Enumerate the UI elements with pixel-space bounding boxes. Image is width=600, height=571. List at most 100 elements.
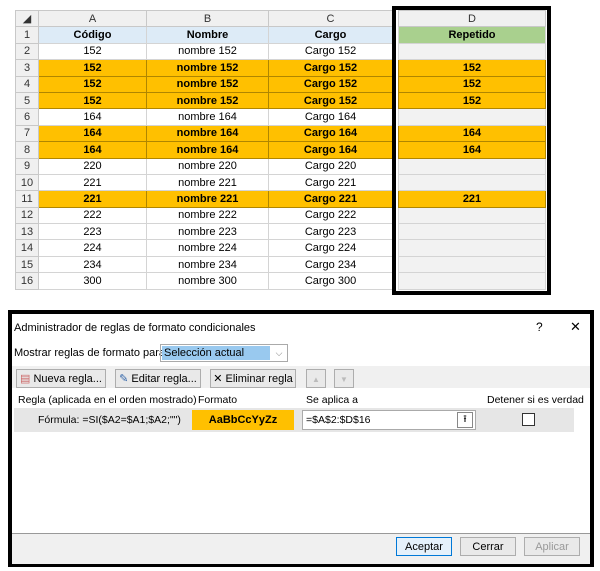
row-header[interactable]: 15 [15, 255, 39, 274]
cell-codigo[interactable]: 221 [38, 173, 147, 192]
apply-button[interactable]: Aplicar [524, 537, 580, 556]
cell-repetido[interactable] [398, 239, 546, 257]
rule-row[interactable]: Fórmula: =SI($A2=$A1;$A2;"") AaBbCcYyZz … [14, 408, 574, 432]
cell-codigo[interactable]: 152 [38, 42, 147, 61]
cell-codigo[interactable]: 152 [38, 91, 147, 110]
cell-cargo[interactable]: Cargo 164 [268, 141, 393, 159]
applies-to-input[interactable]: =$A$2:$D$16 ⭱ [302, 410, 476, 430]
row-header[interactable]: 8 [15, 141, 39, 159]
row-header[interactable]: 13 [15, 223, 39, 241]
cell-header-nombre[interactable]: Nombre [146, 26, 269, 44]
row-header[interactable]: 9 [15, 157, 39, 175]
new-rule-button[interactable]: ▤ Nueva regla... [16, 369, 106, 388]
cell-nombre[interactable]: nombre 152 [146, 91, 269, 110]
cell-nombre[interactable]: nombre 164 [146, 108, 269, 126]
cell-cargo[interactable]: Cargo 300 [268, 272, 393, 290]
cell-header-repetido[interactable]: Repetido [398, 26, 546, 44]
cell-nombre[interactable]: nombre 300 [146, 272, 269, 290]
row-header[interactable]: 3 [15, 59, 39, 77]
cell-cargo[interactable]: Cargo 220 [268, 157, 393, 175]
cell-nombre[interactable]: nombre 221 [146, 190, 269, 208]
cell-nombre[interactable]: nombre 234 [146, 255, 269, 274]
cell-repetido[interactable] [398, 173, 546, 192]
cell-repetido[interactable]: 164 [398, 141, 546, 159]
cell-repetido[interactable] [398, 255, 546, 274]
cell-repetido[interactable]: 164 [398, 124, 546, 143]
cell-cargo[interactable]: Cargo 152 [268, 91, 393, 110]
select-all-corner[interactable]: ◢ [15, 9, 39, 28]
stop-if-true-checkbox[interactable] [522, 413, 535, 426]
cell-repetido[interactable]: 152 [398, 91, 546, 110]
cell-cargo[interactable]: Cargo 234 [268, 255, 393, 274]
row-header[interactable]: 4 [15, 75, 39, 93]
cell-repetido[interactable]: 152 [398, 75, 546, 93]
cell-codigo[interactable]: 234 [38, 255, 147, 274]
column-header-a[interactable]: A [38, 9, 147, 28]
cell-nombre[interactable]: nombre 222 [146, 206, 269, 225]
row-header[interactable]: 2 [15, 42, 39, 61]
row-header[interactable]: 14 [15, 239, 39, 257]
cell-codigo[interactable]: 221 [38, 190, 147, 208]
cell-nombre[interactable]: nombre 152 [146, 75, 269, 93]
cell-nombre[interactable]: nombre 164 [146, 124, 269, 143]
cell-nombre[interactable]: nombre 224 [146, 239, 269, 257]
ok-button[interactable]: Aceptar [396, 537, 452, 556]
cell-nombre[interactable]: nombre 220 [146, 157, 269, 175]
help-button[interactable]: ? [536, 320, 543, 334]
cancel-button[interactable]: Cerrar [460, 537, 516, 556]
cell-nombre[interactable]: nombre 152 [146, 59, 269, 77]
cell-nombre[interactable]: nombre 164 [146, 141, 269, 159]
cell-cargo[interactable]: Cargo 221 [268, 173, 393, 192]
cell-codigo[interactable]: 152 [38, 75, 147, 93]
delete-rule-button[interactable]: ✕ Eliminar regla [210, 369, 296, 388]
row-header[interactable]: 7 [15, 124, 39, 143]
cell-codigo[interactable]: 164 [38, 141, 147, 159]
cell-cargo[interactable]: Cargo 223 [268, 223, 393, 241]
cell-codigo[interactable]: 223 [38, 223, 147, 241]
row-header[interactable]: 11 [15, 190, 39, 208]
cell-header-codigo[interactable]: Código [38, 26, 147, 44]
cell-repetido[interactable]: 152 [398, 59, 546, 77]
cell-cargo[interactable]: Cargo 222 [268, 206, 393, 225]
move-up-button[interactable]: ▲ [306, 369, 326, 388]
collapse-range-icon[interactable]: ⭱ [457, 412, 473, 428]
column-header-d[interactable]: D [398, 9, 546, 28]
cell-repetido[interactable] [398, 272, 546, 290]
cell-codigo[interactable]: 164 [38, 124, 147, 143]
cell-repetido[interactable] [398, 223, 546, 241]
cell-repetido[interactable] [398, 157, 546, 175]
cell-codigo[interactable]: 300 [38, 272, 147, 290]
close-button[interactable]: ✕ [570, 319, 581, 335]
row-header[interactable]: 1 [15, 26, 39, 44]
cell-cargo[interactable]: Cargo 164 [268, 124, 393, 143]
cell-nombre[interactable]: nombre 223 [146, 223, 269, 241]
column-header-c[interactable]: C [268, 9, 393, 28]
cell-repetido[interactable]: 221 [398, 190, 546, 208]
cell-codigo[interactable]: 164 [38, 108, 147, 126]
cell-cargo[interactable]: Cargo 221 [268, 190, 393, 208]
cell-repetido[interactable] [398, 108, 546, 126]
move-down-button[interactable]: ▼ [334, 369, 354, 388]
edit-rule-button[interactable]: ✎ Editar regla... [115, 369, 201, 388]
show-rules-dropdown[interactable]: Selección actual ⌵ [160, 344, 288, 362]
row-header[interactable]: 16 [15, 272, 39, 290]
cell-nombre[interactable]: nombre 152 [146, 42, 269, 61]
cell-header-cargo[interactable]: Cargo [268, 26, 393, 44]
row-header[interactable]: 10 [15, 173, 39, 192]
cell-codigo[interactable]: 220 [38, 157, 147, 175]
cell-codigo[interactable]: 152 [38, 59, 147, 77]
cell-cargo[interactable]: Cargo 152 [268, 59, 393, 77]
row-header[interactable]: 12 [15, 206, 39, 225]
cell-cargo[interactable]: Cargo 224 [268, 239, 393, 257]
row-header[interactable]: 5 [15, 91, 39, 110]
cell-repetido[interactable] [398, 42, 546, 61]
cell-cargo[interactable]: Cargo 164 [268, 108, 393, 126]
cell-cargo[interactable]: Cargo 152 [268, 75, 393, 93]
column-header-b[interactable]: B [146, 9, 269, 28]
row-header[interactable]: 6 [15, 108, 39, 126]
cell-repetido[interactable] [398, 206, 546, 225]
cell-cargo[interactable]: Cargo 152 [268, 42, 393, 61]
cell-nombre[interactable]: nombre 221 [146, 173, 269, 192]
cell-codigo[interactable]: 222 [38, 206, 147, 225]
cell-codigo[interactable]: 224 [38, 239, 147, 257]
